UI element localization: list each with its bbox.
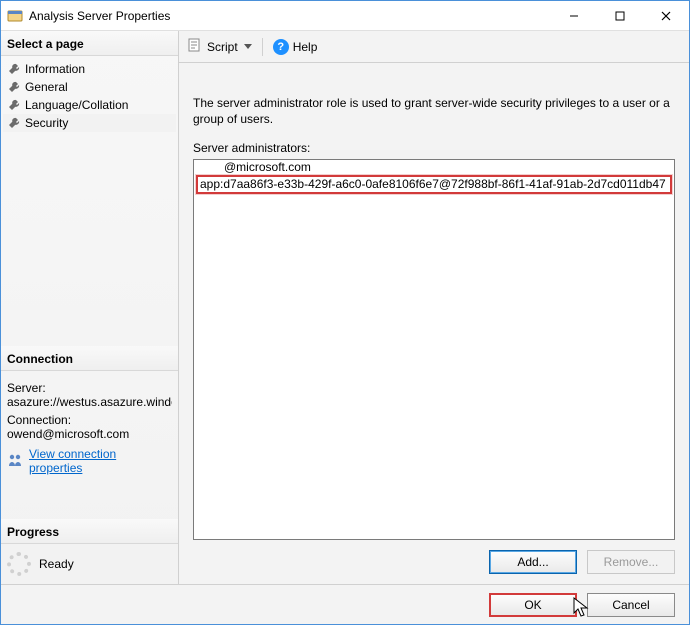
connection-value: owend@microsoft.com <box>7 427 172 441</box>
page-item-label: Security <box>25 116 68 130</box>
page-item-label: Language/Collation <box>25 98 128 112</box>
select-page-header: Select a page <box>1 31 178 56</box>
right-pane: Script ? Help The server administrator r… <box>179 31 689 584</box>
connection-properties-icon <box>7 453 23 470</box>
admins-label: Server administrators: <box>193 141 675 155</box>
titlebar: Analysis Server Properties <box>1 1 689 31</box>
dialog-body: Select a page Information General Langua… <box>1 31 689 584</box>
help-label: Help <box>293 40 318 54</box>
server-value: asazure://westus.asazure.windows <box>7 395 172 409</box>
connection-block: Server: asazure://westus.asazure.windows… <box>1 371 178 479</box>
connection-label: Connection: <box>7 413 172 427</box>
page-item-information[interactable]: Information <box>3 60 176 78</box>
window-controls <box>551 1 689 30</box>
wrench-icon <box>7 80 21 94</box>
wrench-icon <box>7 98 21 112</box>
progress-block: Ready <box>1 544 178 584</box>
ok-button[interactable]: OK <box>489 593 577 617</box>
chevron-down-icon <box>244 44 252 49</box>
app-icon <box>7 8 23 24</box>
progress-status: Ready <box>39 557 74 571</box>
toolbar-separator <box>262 38 263 56</box>
help-button[interactable]: ? Help <box>273 39 318 55</box>
dialog-footer: OK Cancel <box>1 584 689 624</box>
toolbar: Script ? Help <box>179 31 689 63</box>
server-administrators-list[interactable]: @microsoft.com app:d7aa86f3-e33b-429f-a6… <box>193 159 675 540</box>
add-button[interactable]: Add... <box>489 550 577 574</box>
progress-spinner-icon <box>7 552 31 576</box>
page-list: Information General Language/Collation S… <box>1 56 178 132</box>
wrench-icon <box>7 62 21 76</box>
cancel-button[interactable]: Cancel <box>587 593 675 617</box>
remove-button: Remove... <box>587 550 675 574</box>
view-connection-properties-link[interactable]: View connection properties <box>29 447 172 475</box>
connection-header: Connection <box>1 346 178 371</box>
page-item-label: General <box>25 80 68 94</box>
dialog-window: Analysis Server Properties Select a page… <box>0 0 690 625</box>
description-text: The server administrator role is used to… <box>193 95 675 127</box>
close-button[interactable] <box>643 1 689 30</box>
help-icon: ? <box>273 39 289 55</box>
script-button[interactable]: Script <box>187 37 252 56</box>
page-item-language-collation[interactable]: Language/Collation <box>3 96 176 114</box>
maximize-button[interactable] <box>597 1 643 30</box>
progress-header: Progress <box>1 519 178 544</box>
left-pane: Select a page Information General Langua… <box>1 31 179 584</box>
script-label: Script <box>207 40 238 54</box>
list-item[interactable]: app:d7aa86f3-e33b-429f-a6c0-0afe8106f6e7… <box>196 175 672 194</box>
page-item-security[interactable]: Security <box>3 114 176 132</box>
minimize-button[interactable] <box>551 1 597 30</box>
list-buttons: Add... Remove... <box>193 550 675 574</box>
page-item-label: Information <box>25 62 85 76</box>
script-icon <box>187 37 203 56</box>
server-label: Server: <box>7 381 172 395</box>
wrench-icon <box>7 116 21 130</box>
page-item-general[interactable]: General <box>3 78 176 96</box>
list-item[interactable]: @microsoft.com <box>194 160 674 175</box>
content-area: The server administrator role is used to… <box>179 63 689 584</box>
window-title: Analysis Server Properties <box>29 9 551 23</box>
